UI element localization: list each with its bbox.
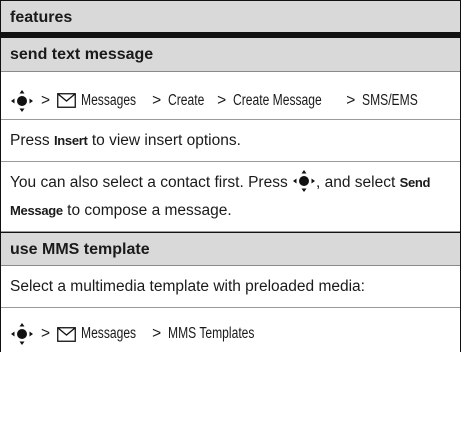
path-item-create: Create <box>168 91 205 109</box>
path-item-messages: Messages <box>81 91 137 109</box>
table-header: features <box>1 0 460 38</box>
section-title-text: use MMS template <box>10 241 150 258</box>
header-label: features <box>10 9 73 26</box>
path-item-sms-ems: SMS/EMS <box>362 91 419 109</box>
nav-key-icon <box>11 89 33 112</box>
path-item-create-message: Create Message <box>233 91 322 109</box>
path-item-mms-templates: MMS Templates <box>168 325 255 342</box>
section-title-use-mms-template: use MMS template <box>1 232 460 266</box>
instruction-insert: Press Insert to view insert options. <box>1 120 460 162</box>
key-label-insert: Insert <box>53 133 88 148</box>
instruction-select-template: Select a multimedia template with preloa… <box>1 266 460 308</box>
envelope-icon <box>57 326 76 342</box>
features-table: features send text message > Messages > … <box>0 0 461 352</box>
path-separator: > <box>41 325 51 342</box>
menu-path-mms-templates: > Messages > MMS Templates <box>1 308 460 352</box>
section-title-text: send text message <box>10 46 154 63</box>
menu-path-sms: > Messages > Create > Create Message > S… <box>1 72 460 120</box>
path-separator: > <box>41 91 51 109</box>
instruction-contact-first: You can also select a contact first. Pre… <box>1 162 460 232</box>
path-item-messages: Messages <box>81 325 137 342</box>
envelope-icon <box>57 93 76 108</box>
path-separator: > <box>346 91 356 109</box>
nav-key-icon <box>293 169 316 192</box>
path-separator: > <box>152 325 162 342</box>
path-separator: > <box>152 91 162 109</box>
path-separator: > <box>217 91 227 109</box>
nav-key-icon <box>11 323 33 345</box>
section-title-send-text-message: send text message <box>1 38 460 72</box>
